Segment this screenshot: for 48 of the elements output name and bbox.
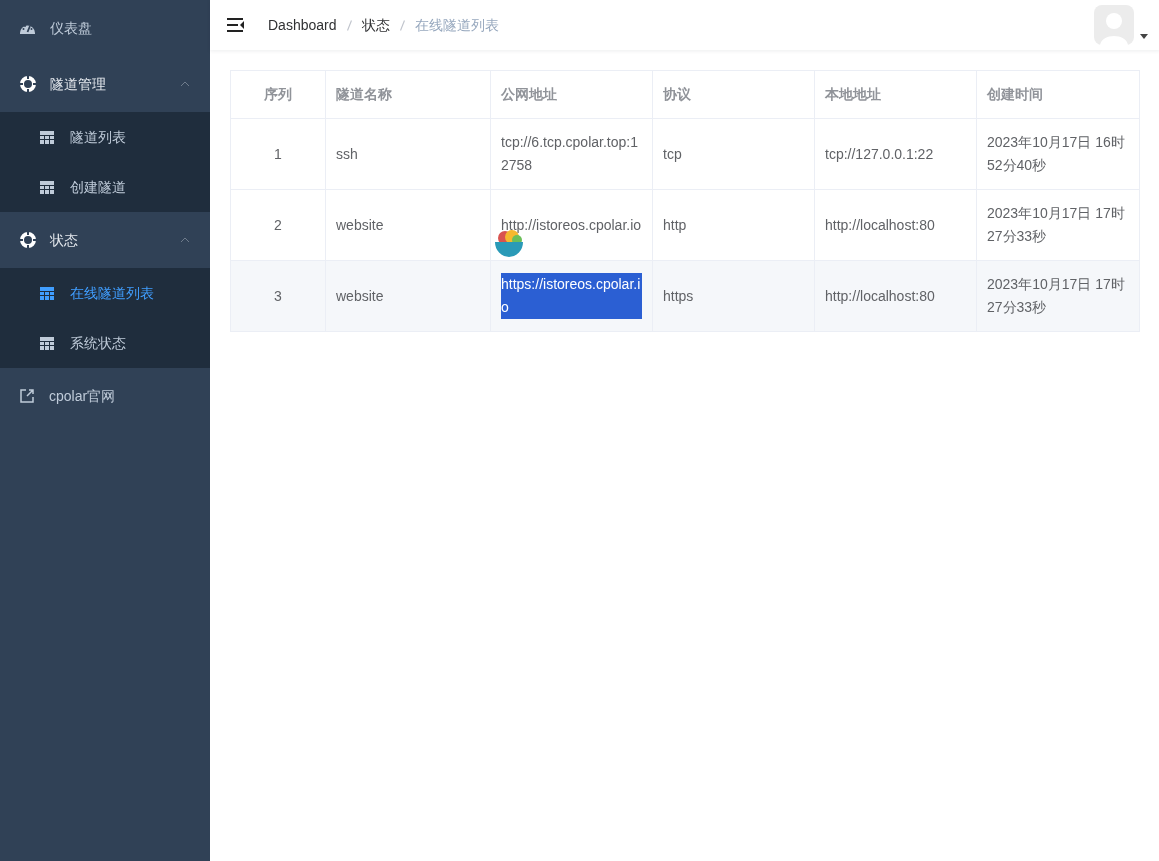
table-cell: website bbox=[325, 260, 491, 332]
ring-icon bbox=[20, 232, 36, 248]
table-icon bbox=[40, 130, 54, 144]
submenu-item[interactable]: 在线隧道列表 bbox=[0, 268, 210, 318]
sidebar-item[interactable]: cpolar官网 bbox=[0, 368, 210, 424]
chevron-up-icon bbox=[180, 81, 190, 87]
table-cell: tcp://6.tcp.cpolar.top:12758 bbox=[490, 118, 653, 190]
table-icon bbox=[40, 286, 54, 300]
sidebar-item[interactable]: 状态 bbox=[0, 212, 210, 268]
column-header: 本地地址 bbox=[814, 70, 977, 119]
table-cell: 2023年10月17日 17时27分33秒 bbox=[976, 189, 1140, 261]
column-header: 隧道名称 bbox=[325, 70, 491, 119]
column-header: 公网地址 bbox=[490, 70, 653, 119]
table-cell: 2 bbox=[230, 189, 326, 261]
table-cell: tcp://127.0.0.1:22 bbox=[814, 118, 977, 190]
table-cell: ssh bbox=[325, 118, 491, 190]
table-cell: 1 bbox=[230, 118, 326, 190]
table-cell: 2023年10月17日 16时52分40秒 bbox=[976, 118, 1140, 190]
table-cell: 3 bbox=[230, 260, 326, 332]
column-header: 序列 bbox=[230, 70, 326, 119]
gauge-icon bbox=[20, 22, 35, 34]
table-cell: website bbox=[325, 189, 491, 261]
ring-icon bbox=[20, 76, 36, 92]
submenu-item[interactable]: 创建隧道 bbox=[0, 162, 210, 212]
submenu-item[interactable]: 系统状态 bbox=[0, 318, 210, 368]
table-cell: http bbox=[652, 189, 815, 261]
chevron-up-icon bbox=[180, 237, 190, 243]
breadcrumb-item: 在线隧道列表 bbox=[414, 15, 499, 35]
table-cell: http://localhost:80 bbox=[814, 260, 977, 332]
breadcrumb-item[interactable]: Dashboard bbox=[268, 14, 337, 36]
slash-separator-icon bbox=[399, 19, 405, 31]
menu-fold-icon[interactable] bbox=[227, 18, 244, 32]
table-icon bbox=[40, 180, 54, 194]
breadcrumb-item[interactable]: 状态 bbox=[361, 14, 390, 36]
table-cell: tcp bbox=[652, 118, 815, 190]
table-cell: 2023年10月17日 17时27分33秒 bbox=[976, 260, 1140, 332]
sidebar-item[interactable]: 隧道管理 bbox=[0, 56, 210, 112]
selected-text: https://istoreos.cpolar.io bbox=[501, 273, 642, 319]
slash-separator-icon bbox=[346, 19, 352, 31]
external-link-icon bbox=[20, 389, 34, 403]
table-cell: https bbox=[652, 260, 815, 332]
table-icon bbox=[40, 336, 54, 350]
column-header: 创建时间 bbox=[976, 70, 1140, 119]
sidebar-item[interactable]: 仪表盘 bbox=[0, 0, 210, 56]
submenu-item[interactable]: 隧道列表 bbox=[0, 112, 210, 162]
caret-icon[interactable] bbox=[1140, 34, 1148, 39]
column-header: 协议 bbox=[652, 70, 815, 119]
table-cell: http://localhost:80 bbox=[814, 189, 977, 261]
